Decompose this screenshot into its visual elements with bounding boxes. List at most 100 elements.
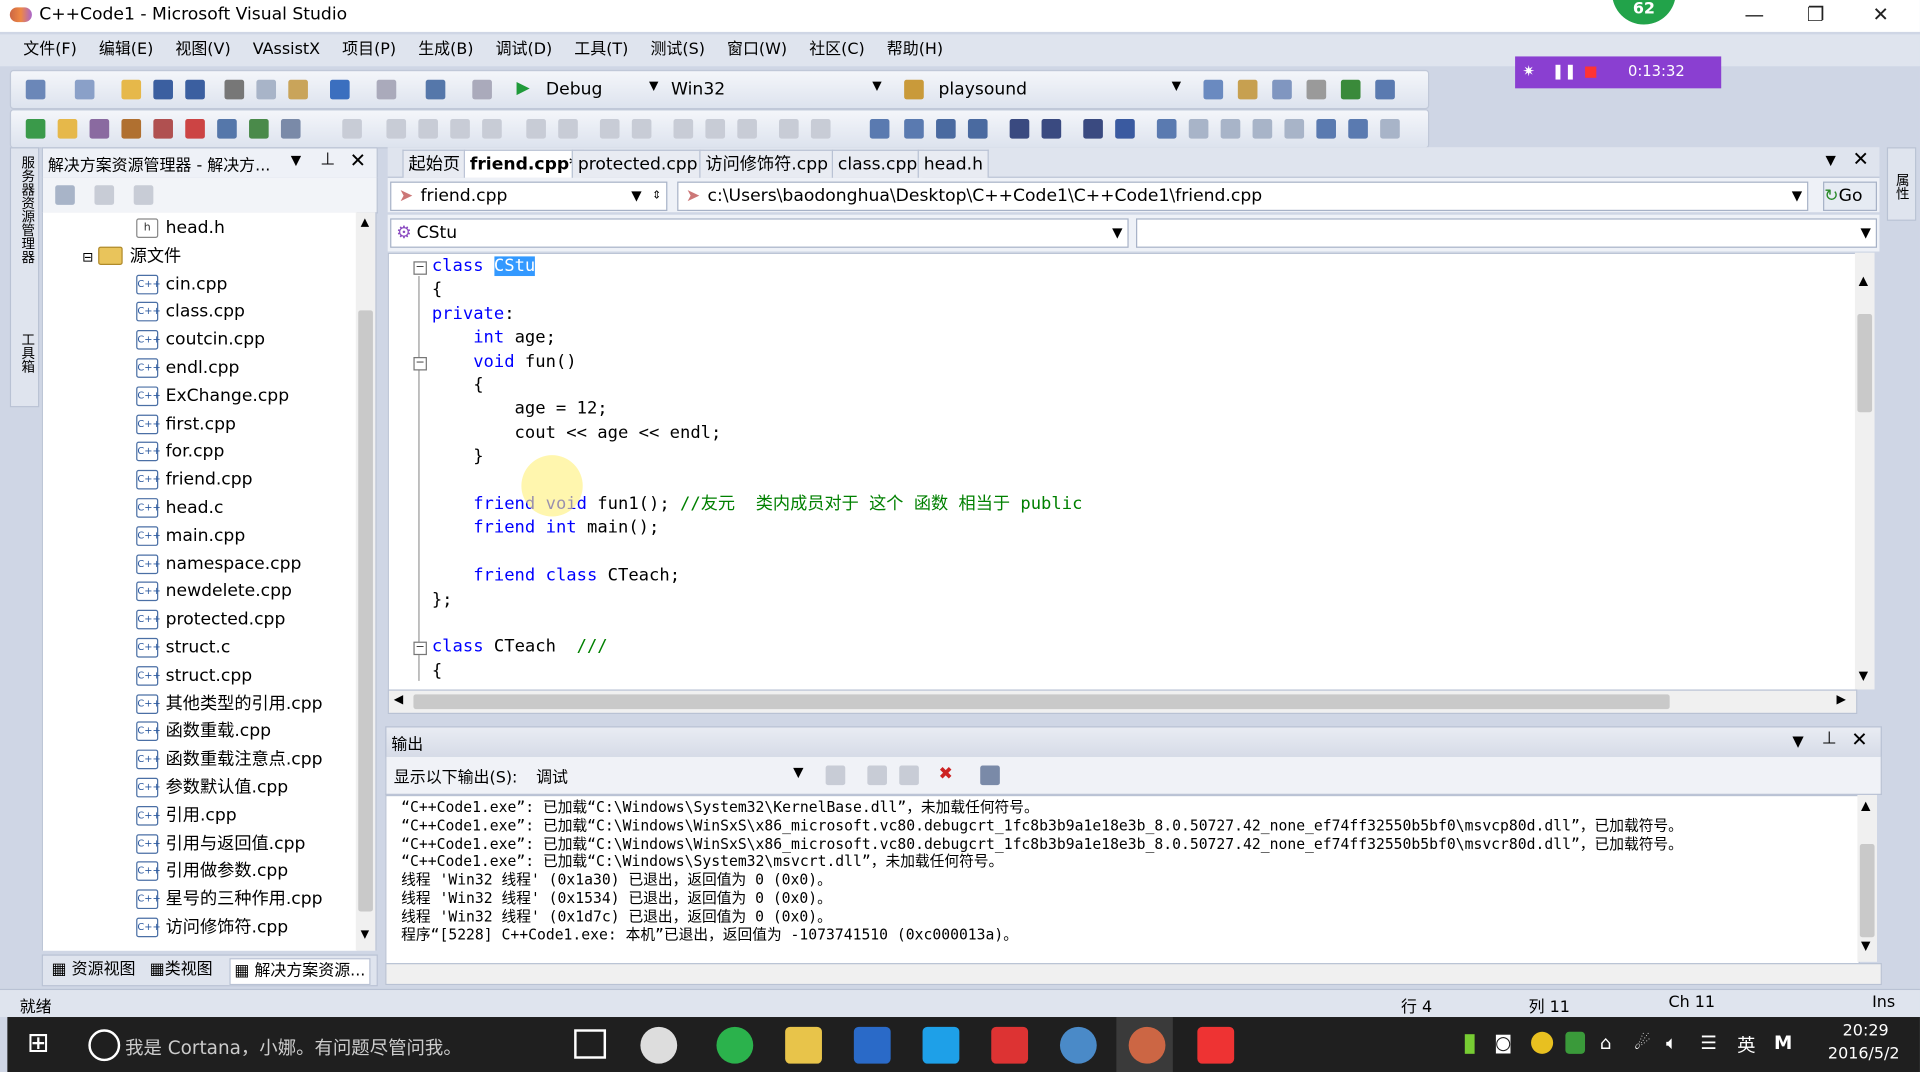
- tab-head-h[interactable]: head.h: [917, 149, 990, 178]
- close-icon[interactable]: ✕: [350, 148, 366, 171]
- tree-item[interactable]: C++ namespace.cpp: [136, 550, 301, 577]
- tree-item[interactable]: C++ 函数重载.cpp: [136, 718, 271, 745]
- tree-item[interactable]: ⊟ 源文件: [82, 243, 181, 270]
- bookmark-next-icon[interactable]: [1220, 118, 1241, 139]
- output-text[interactable]: “C++Code1.exe”: 已加载“C:\Windows\System32\…: [385, 794, 1860, 965]
- spell-check-icon[interactable]: [249, 118, 269, 139]
- save-icon[interactable]: [153, 79, 173, 100]
- clear-bookmarks-icon[interactable]: [1380, 118, 1400, 139]
- tree-item[interactable]: C++ 访问修饰符.cpp: [136, 914, 288, 941]
- scroll-up-icon[interactable]: ▲: [1859, 275, 1868, 288]
- pause-icon[interactable]: ❚❚: [1552, 63, 1577, 80]
- navigate-forward-icon[interactable]: [472, 79, 492, 100]
- bookmark-icon[interactable]: [1316, 118, 1336, 139]
- save-all-icon[interactable]: [185, 79, 205, 100]
- space-icon[interactable]: [631, 118, 652, 139]
- clock-time[interactable]: 20:29: [1843, 1022, 1889, 1040]
- start-page-icon[interactable]: [1340, 79, 1361, 100]
- tree-item[interactable]: C++ struct.cpp: [136, 662, 252, 689]
- tab-resource-view[interactable]: ▦ 资源视图: [48, 958, 139, 983]
- open-file-icon[interactable]: [121, 79, 142, 100]
- solution-scrollbar[interactable]: ▲ ▼: [355, 212, 377, 951]
- layout-icon[interactable]: [342, 118, 362, 139]
- bookmark-icon[interactable]: [1284, 118, 1305, 139]
- scroll-right-icon[interactable]: ▶: [1837, 693, 1846, 706]
- tab-access-modifier-cpp[interactable]: 访问修饰符.cpp: [699, 149, 835, 178]
- bookmark-icon[interactable]: [1252, 118, 1273, 139]
- size-icon[interactable]: [673, 118, 694, 139]
- store-icon[interactable]: [853, 1026, 891, 1064]
- chevron-down-icon[interactable]: ▼: [1792, 732, 1803, 749]
- find-message-icon[interactable]: [825, 765, 846, 786]
- scroll-thumb[interactable]: [1859, 844, 1875, 938]
- tree-item[interactable]: C++ cin.cpp: [136, 271, 227, 298]
- properties-tab[interactable]: 属性: [1892, 173, 1912, 200]
- app-icon[interactable]: [640, 1026, 678, 1064]
- word-wrap-icon[interactable]: [980, 765, 1000, 786]
- visual-studio-icon[interactable]: [1128, 1026, 1166, 1064]
- wifi-icon[interactable]: ☄: [1634, 1032, 1651, 1054]
- bookmark-prev-icon[interactable]: [1188, 118, 1209, 139]
- copy-icon[interactable]: [256, 79, 277, 100]
- comment-icon[interactable]: [1083, 118, 1103, 139]
- server-explorer-tab[interactable]: 服务器资源管理器: [15, 156, 36, 264]
- output-vscroll[interactable]: ▲ ▼: [1857, 794, 1878, 962]
- file-explorer-icon[interactable]: [785, 1026, 822, 1064]
- close-icon[interactable]: ✕: [1851, 727, 1867, 750]
- volume-icon[interactable]: 🔈︎: [1666, 1032, 1677, 1054]
- undo-icon[interactable]: [330, 79, 350, 100]
- pin-icon[interactable]: ⊥: [320, 150, 335, 170]
- app-icon[interactable]: [991, 1026, 1029, 1064]
- member-combo[interactable]: ▼: [1136, 218, 1878, 248]
- ime-indicator[interactable]: M: [1774, 1032, 1792, 1054]
- align-left-icon[interactable]: [386, 118, 407, 139]
- collapse-icon[interactable]: ⊟: [82, 249, 98, 265]
- collapse-icon[interactable]: −: [413, 356, 427, 371]
- bookmark-icon[interactable]: [936, 118, 956, 139]
- window-layout-icon[interactable]: [1375, 79, 1395, 100]
- tree-item[interactable]: C++ 引用与返回值.cpp: [136, 830, 305, 857]
- size-icon[interactable]: [737, 118, 757, 139]
- scroll-thumb[interactable]: [1857, 314, 1873, 413]
- next-message-icon[interactable]: [899, 765, 919, 786]
- cortana-icon[interactable]: [88, 1029, 121, 1062]
- menu-item[interactable]: 生成(B): [407, 34, 484, 66]
- tree-item[interactable]: C++ struct.c: [136, 634, 230, 661]
- tree-item[interactable]: C++ 其他类型的引用.cpp: [136, 690, 323, 717]
- tree-item[interactable]: C++ ExChange.cpp: [136, 383, 289, 410]
- menu-item[interactable]: 社区(C): [798, 34, 876, 66]
- bookmark-icon[interactable]: [904, 118, 924, 139]
- chevron-down-icon[interactable]: ▼: [1172, 80, 1181, 93]
- collapse-icon[interactable]: −: [413, 641, 427, 656]
- path-combo[interactable]: ➤ c:\Users\baodonghua\Desktop\C++Code1\C+…: [677, 181, 1809, 212]
- battery-icon[interactable]: [1464, 1034, 1475, 1054]
- tree-item[interactable]: C++ endl.cpp: [136, 355, 239, 382]
- scroll-down-icon[interactable]: ▼: [1861, 940, 1870, 953]
- space-icon[interactable]: [599, 118, 620, 139]
- language-indicator[interactable]: 英: [1737, 1032, 1755, 1058]
- platform-select[interactable]: Win32: [671, 80, 725, 100]
- show-all-files-icon[interactable]: [94, 185, 115, 205]
- tree-item[interactable]: C++ 参数默认值.cpp: [136, 774, 288, 801]
- class-combo[interactable]: ⚙ CStu ▼: [390, 218, 1129, 248]
- scroll-down-icon[interactable]: ▼: [1859, 670, 1868, 683]
- tree-item[interactable]: C++ friend.cpp: [136, 466, 253, 493]
- menu-item[interactable]: 窗口(W): [716, 34, 798, 66]
- scroll-up-icon[interactable]: ▲: [361, 217, 369, 229]
- clear-all-icon[interactable]: ✖: [939, 764, 953, 784]
- tray-app-icon[interactable]: ◙: [1494, 1032, 1512, 1054]
- paste-icon[interactable]: [288, 79, 308, 100]
- windows-start-icon[interactable]: ⊞: [27, 1028, 50, 1059]
- tree-item[interactable]: C++ head.c: [136, 494, 223, 521]
- prev-message-icon[interactable]: [867, 765, 887, 786]
- navigate-back-icon[interactable]: [425, 79, 446, 100]
- new-project-icon[interactable]: [25, 79, 46, 100]
- object-browser-icon[interactable]: [1272, 79, 1292, 100]
- stop-icon[interactable]: ■: [1584, 63, 1598, 80]
- va-tool-icon[interactable]: [185, 118, 205, 139]
- bookmark-icon[interactable]: [869, 118, 890, 139]
- tree-item[interactable]: C++ 函数重载注意点.cpp: [136, 746, 323, 773]
- tab-class-cpp[interactable]: class.cpp: [831, 149, 924, 178]
- scroll-left-icon[interactable]: ◀: [394, 693, 403, 706]
- start-debug-icon[interactable]: ▶: [516, 79, 529, 99]
